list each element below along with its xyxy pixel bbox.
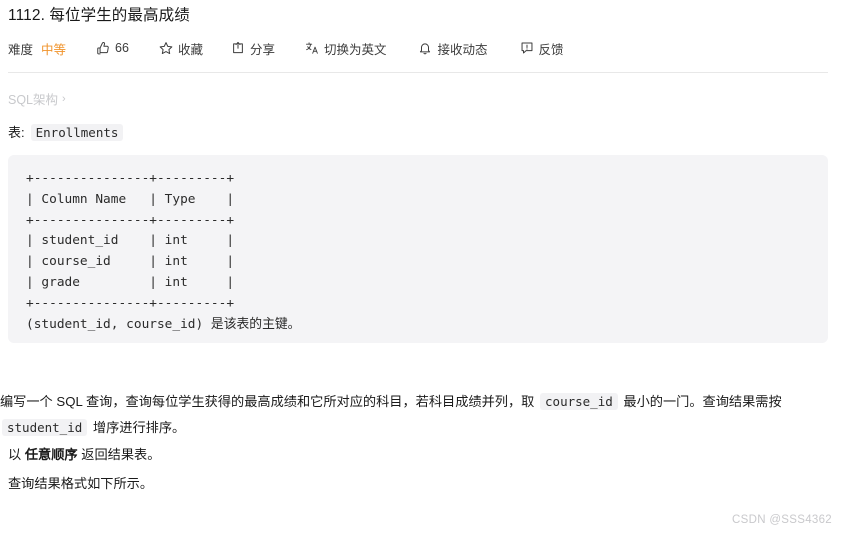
order-emphasis: 任意顺序 xyxy=(24,447,78,462)
difficulty-label: 难度 xyxy=(8,42,34,57)
like-count: 66 xyxy=(115,41,129,55)
translate-icon xyxy=(305,41,319,55)
subscribe-label: 接收动态 xyxy=(437,42,488,57)
translate-button[interactable]: 切换为英文 xyxy=(305,39,387,58)
order-suffix: 返回结果表。 xyxy=(77,447,161,462)
feedback-label: 反馈 xyxy=(538,42,564,57)
share-label: 分享 xyxy=(249,42,275,57)
subscribe-button[interactable]: 接收动态 xyxy=(418,39,488,58)
like-button[interactable]: 66 xyxy=(96,41,129,55)
favorite-button[interactable]: 收藏 xyxy=(159,39,203,58)
description-text-3: 增序进行排序。 xyxy=(89,420,186,435)
problem-page: 1112. 每位学生的最高成绩 难度 中等 66 收藏 分享 切换为英文 接收动… xyxy=(0,0,848,538)
schema-ascii-table: +---------------+---------+ | Column Nam… xyxy=(26,171,301,332)
inline-code-student-id: student_id xyxy=(2,419,88,436)
bell-icon xyxy=(418,41,432,55)
star-icon xyxy=(159,41,173,55)
description-paragraph: 编写一个 SQL 查询，查询每位学生获得的最高成绩和它所对应的科目，若科目成绩并… xyxy=(0,389,800,441)
order-note: 以 任意顺序 返回结果表。 xyxy=(8,442,160,468)
difficulty-value: 中等 xyxy=(41,42,67,57)
share-button[interactable]: 分享 xyxy=(231,39,275,58)
table-label: 表: xyxy=(8,125,25,140)
favorite-label: 收藏 xyxy=(177,42,203,57)
feedback-icon xyxy=(520,41,534,55)
order-prefix: 以 xyxy=(8,447,25,462)
description-text-1: 编写一个 SQL 查询，查询每位学生获得的最高成绩和它所对应的科目，若科目成绩并… xyxy=(0,394,539,409)
watermark: CSDN @SSS4362 xyxy=(732,514,832,526)
problem-toolbar: 难度 中等 66 收藏 分享 切换为英文 接收动态 反馈 xyxy=(8,38,564,58)
chevron-right-icon: › xyxy=(62,92,66,105)
schema-code-block: +---------------+---------+ | Column Nam… xyxy=(8,155,828,343)
header-divider xyxy=(8,72,828,73)
breadcrumb-label: SQL架构 xyxy=(8,93,59,107)
thumbs-up-icon xyxy=(96,41,110,55)
page-title: 1112. 每位学生的最高成绩 xyxy=(8,7,190,24)
table-name-line: 表: Enrollments xyxy=(8,122,125,141)
breadcrumb[interactable]: SQL架构 › xyxy=(8,89,66,108)
format-note: 查询结果格式如下所示。 xyxy=(8,476,154,491)
feedback-button[interactable]: 反馈 xyxy=(520,39,564,58)
difficulty-group: 难度 中等 xyxy=(8,38,66,58)
translate-label: 切换为英文 xyxy=(323,42,387,57)
description-text-2: 最小的一门。查询结果需按 xyxy=(619,394,782,409)
share-icon xyxy=(231,41,245,55)
inline-code-course-id: course_id xyxy=(540,393,618,410)
table-name: Enrollments xyxy=(30,124,124,141)
